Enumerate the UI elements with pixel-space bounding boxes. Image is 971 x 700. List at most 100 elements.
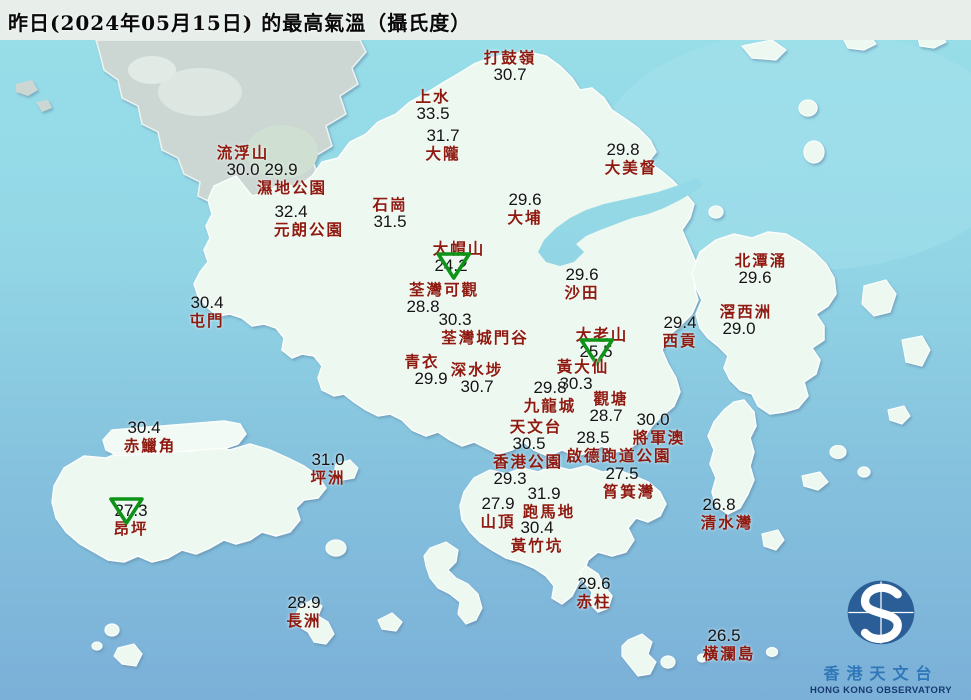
station-value: 30.0 bbox=[636, 410, 670, 429]
station-name: 九龍城 bbox=[523, 396, 577, 416]
station-name: 元朗公園 bbox=[273, 220, 345, 240]
station: 30.4 黃竹坑 bbox=[511, 519, 564, 554]
station: 29.8 大美督 bbox=[605, 141, 658, 176]
station: 31.7 大隴 bbox=[425, 127, 460, 162]
station: 32.4 元朗公園 bbox=[274, 203, 344, 238]
station: 石崗 31.5 bbox=[372, 196, 407, 231]
station: 29.4 西貢 bbox=[662, 314, 697, 349]
station-value: 32.4 bbox=[274, 202, 308, 221]
station-value: 31.0 bbox=[311, 450, 345, 469]
station-value: 30.3 bbox=[438, 310, 472, 329]
station-value: 27.3 bbox=[114, 501, 148, 520]
station-name: 青衣 bbox=[404, 352, 440, 371]
station-name: 大埔 bbox=[507, 208, 543, 228]
station-value: 30.4 bbox=[190, 293, 224, 312]
hko-logo-chinese: 香港天文台 bbox=[823, 664, 939, 683]
station: 28.5 啟德跑道公園 bbox=[566, 429, 671, 464]
station: 27.5 筲箕灣 bbox=[603, 465, 656, 500]
station: 29.8 九龍城 bbox=[524, 379, 577, 414]
station-name: 荃灣城門谷 bbox=[441, 328, 529, 348]
station-value: 26.8 bbox=[702, 495, 736, 514]
station-name: 赤柱 bbox=[576, 592, 612, 612]
station-value: 26.5 bbox=[707, 626, 741, 645]
station: 打鼓嶺 30.7 bbox=[484, 49, 537, 84]
station-value: 28.9 bbox=[287, 593, 321, 612]
station-name: 筲箕灣 bbox=[602, 482, 656, 502]
station-name: 天文台 bbox=[509, 417, 563, 436]
station-name: 大美督 bbox=[604, 158, 658, 178]
hko-logo-english: HONG KONG OBSERVATORY bbox=[810, 685, 952, 696]
station: 26.5 橫瀾島 bbox=[703, 627, 756, 662]
station-value: 31.5 bbox=[373, 212, 407, 231]
station-name: 沙田 bbox=[564, 283, 600, 303]
station-value: 28.8 bbox=[406, 297, 440, 316]
station: 29.6 沙田 bbox=[564, 266, 599, 301]
station: 28.9 長洲 bbox=[286, 594, 321, 629]
weather-map-screen: 昨日(2024年05月15日) 的最高氣溫（攝氏度） 打鼓嶺 30.7 上水 33.5… bbox=[0, 0, 971, 700]
station: 大帽山 24.2 bbox=[432, 239, 486, 280]
station-value: 29.3 bbox=[493, 469, 527, 488]
station-name: 香港公園 bbox=[492, 452, 564, 471]
page-title: 昨日(2024年05月15日) 的最高氣溫（攝氏度） bbox=[8, 11, 472, 35]
station-name: 打鼓嶺 bbox=[483, 48, 537, 67]
hko-logo: 香港天文台 HONG KONG OBSERVATORY bbox=[803, 570, 959, 696]
station: 北潭涌 29.6 bbox=[735, 252, 788, 287]
hko-emblem-icon bbox=[847, 580, 915, 645]
station-name: 大隴 bbox=[425, 144, 461, 164]
station-value: 30.0 bbox=[226, 160, 260, 179]
station-value: 28.5 bbox=[576, 428, 610, 447]
station: 觀塘 28.7 bbox=[589, 390, 628, 425]
station-value: 30.4 bbox=[520, 518, 554, 537]
station-name: 流浮山 bbox=[216, 143, 270, 162]
station-name: 深水埗 bbox=[450, 360, 504, 379]
station-name: 昂坪 bbox=[113, 519, 149, 539]
station-value: 30.7 bbox=[493, 65, 527, 84]
station: 30.4 赤鱲角 bbox=[124, 419, 177, 454]
station-name: 長洲 bbox=[286, 611, 322, 631]
station-value: 24.2 bbox=[434, 256, 468, 275]
station-value: 29.9 bbox=[414, 369, 448, 388]
station-value: 31.7 bbox=[426, 126, 460, 145]
station-name: 赤鱲角 bbox=[123, 436, 177, 456]
station-value: 30.7 bbox=[460, 377, 494, 396]
station-name: 黃竹坑 bbox=[510, 536, 564, 556]
station-name: 北潭涌 bbox=[734, 251, 788, 270]
station: 27.3 昂坪 bbox=[108, 497, 149, 539]
station-value: 27.5 bbox=[605, 464, 639, 483]
station-value: 29.8 bbox=[533, 378, 567, 397]
station-value: 29.9 bbox=[264, 160, 298, 179]
station-value: 28.7 bbox=[589, 406, 623, 425]
station: 天文台 30.5 bbox=[510, 418, 563, 453]
station: 青衣 29.9 bbox=[404, 352, 447, 388]
station-name: 大帽山 bbox=[432, 239, 486, 258]
station: 26.8 清水灣 bbox=[701, 496, 754, 531]
station-name: 西貢 bbox=[662, 331, 698, 351]
station: 30.4 屯門 bbox=[189, 294, 224, 329]
station-name: 啟德跑道公園 bbox=[566, 446, 672, 466]
station-value: 33.5 bbox=[416, 104, 450, 123]
station-value: 30.5 bbox=[512, 434, 546, 453]
station-name: 滘西洲 bbox=[719, 302, 773, 321]
station-name: 清水灣 bbox=[700, 513, 754, 533]
station: 31.0 坪洲 bbox=[310, 451, 345, 486]
station-name: 坪洲 bbox=[310, 468, 346, 488]
station-value: 29.6 bbox=[738, 268, 772, 287]
station-name: 上水 bbox=[415, 87, 451, 106]
station: 30.3 荃灣城門谷 bbox=[438, 310, 529, 348]
station-value: 29.6 bbox=[565, 265, 599, 284]
station-value: 29.6 bbox=[577, 574, 611, 593]
station-name: 大老山 bbox=[575, 325, 629, 344]
station: 29.6 大埔 bbox=[507, 191, 542, 226]
station: 29.9 濕地公園 bbox=[257, 161, 327, 196]
station: 31.9 跑馬地 bbox=[523, 485, 576, 520]
station-name: 石崗 bbox=[372, 195, 408, 214]
station-name: 屯門 bbox=[189, 311, 225, 331]
station-value: 31.9 bbox=[527, 484, 561, 503]
station-value: 30.4 bbox=[127, 418, 161, 437]
station: 滘西洲 29.0 bbox=[720, 303, 773, 338]
station: 深水埗 30.7 bbox=[451, 361, 504, 396]
station-value: 27.9 bbox=[481, 494, 515, 513]
station: 上水 33.5 bbox=[415, 88, 450, 123]
station-value: 29.8 bbox=[606, 140, 640, 159]
station: 29.6 赤柱 bbox=[576, 575, 611, 610]
